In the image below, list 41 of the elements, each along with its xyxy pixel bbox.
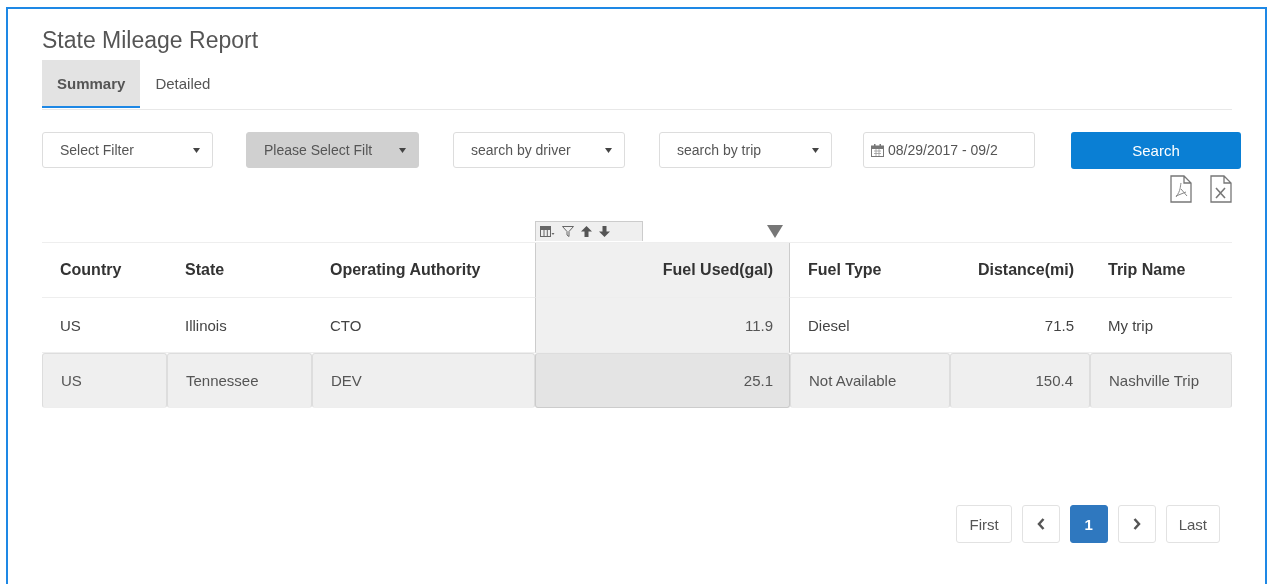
calendar-icon <box>871 143 884 157</box>
columns-icon[interactable] <box>540 226 555 237</box>
page-title: State Mileage Report <box>42 26 260 55</box>
tab[interactable]: Detailed <box>140 60 226 108</box>
arrow-up-icon[interactable] <box>581 226 592 237</box>
tab[interactable]: Summary <box>42 60 141 108</box>
arrow-down-icon[interactable] <box>599 226 610 237</box>
caret-icon <box>399 147 406 153</box>
filter-icon[interactable] <box>562 226 574 237</box>
page-button[interactable]: Last <box>1165 505 1220 543</box>
date-range-field[interactable]: 08/29/2017 - 09/2 <box>863 132 1035 168</box>
dropdown[interactable]: search by trip <box>659 132 832 168</box>
dropdown[interactable]: search by driver <box>453 132 625 168</box>
column-header[interactable]: Fuel Used(gal) <box>535 243 790 298</box>
dropdown[interactable]: Select Filter <box>42 132 213 168</box>
chevron-left-icon <box>1036 518 1045 530</box>
column-menu-handle[interactable] <box>767 225 783 238</box>
caret-icon <box>812 147 819 153</box>
column-header[interactable]: State <box>167 243 312 298</box>
caret-icon <box>605 147 612 153</box>
table-cell: US <box>42 353 167 408</box>
excel-file-icon[interactable] <box>1210 175 1232 203</box>
table-cell: 150.4 <box>950 353 1090 408</box>
chevron-right-icon <box>1132 518 1141 530</box>
next-page-button[interactable] <box>1117 505 1156 543</box>
column-header[interactable]: Fuel Type <box>790 243 950 298</box>
table-cell: Nashville Trip <box>1090 353 1232 408</box>
caret-icon <box>193 147 200 153</box>
column-header[interactable]: Trip Name <box>1090 243 1232 298</box>
pdf-file-icon[interactable] <box>1170 175 1192 203</box>
column-header[interactable]: Country <box>42 243 167 298</box>
column-header[interactable]: Distance(mi) <box>950 243 1090 298</box>
table-cell: Tennessee <box>167 353 312 408</box>
search-button[interactable]: Search <box>1071 132 1241 169</box>
table-cell: Not Available <box>790 353 950 408</box>
previous-page-button[interactable] <box>1021 505 1060 543</box>
table-cell: DEV <box>312 353 535 408</box>
table-cell: 11.9 <box>535 298 790 353</box>
page-button[interactable]: 1 <box>1069 505 1108 543</box>
page-button[interactable]: First <box>956 505 1012 543</box>
table-cell: 25.1 <box>535 353 790 408</box>
